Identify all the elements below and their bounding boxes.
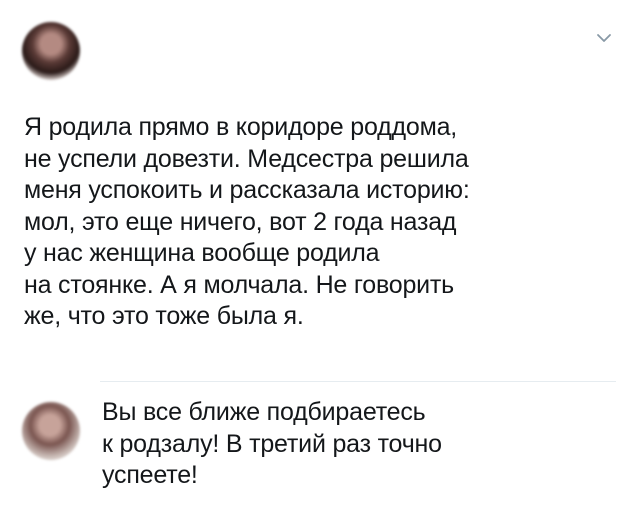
reply-text: Вы все ближе подбираетесь к родзалу! В т… [102, 397, 622, 492]
chevron-down-icon[interactable] [596, 30, 612, 46]
tweet-text-line: на стоянке. А я молчала. Не говорить [24, 270, 455, 299]
reply-avatar[interactable] [22, 402, 80, 460]
author-avatar[interactable] [22, 22, 80, 80]
tweet-text-line: у нас женщина вообще родила [24, 239, 380, 267]
reply-text-line: Вы все ближе подбираетесь [102, 398, 426, 426]
tweet-text-line: же, что это тоже была я. [24, 302, 304, 330]
tweet-text-line: меня успокоить и рассказала историю: [24, 176, 470, 204]
tweet-text: Я родила прямо в коридоре роддома, не ус… [24, 112, 624, 333]
reply-divider [100, 381, 616, 382]
tweet-card: Я родила прямо в коридоре роддома, не ус… [0, 0, 640, 531]
reply-text-line: успеете! [102, 461, 198, 489]
tweet-text-line: мол, это еще ничего, вот 2 года назад [24, 207, 457, 236]
tweet-text-line: не успели довезти. Медсестра решила [24, 144, 469, 173]
reply-text-line: к родзалу! В третий раз точно [102, 429, 442, 458]
tweet-text-line: Я родила прямо в коридоре роддома, [24, 113, 458, 141]
